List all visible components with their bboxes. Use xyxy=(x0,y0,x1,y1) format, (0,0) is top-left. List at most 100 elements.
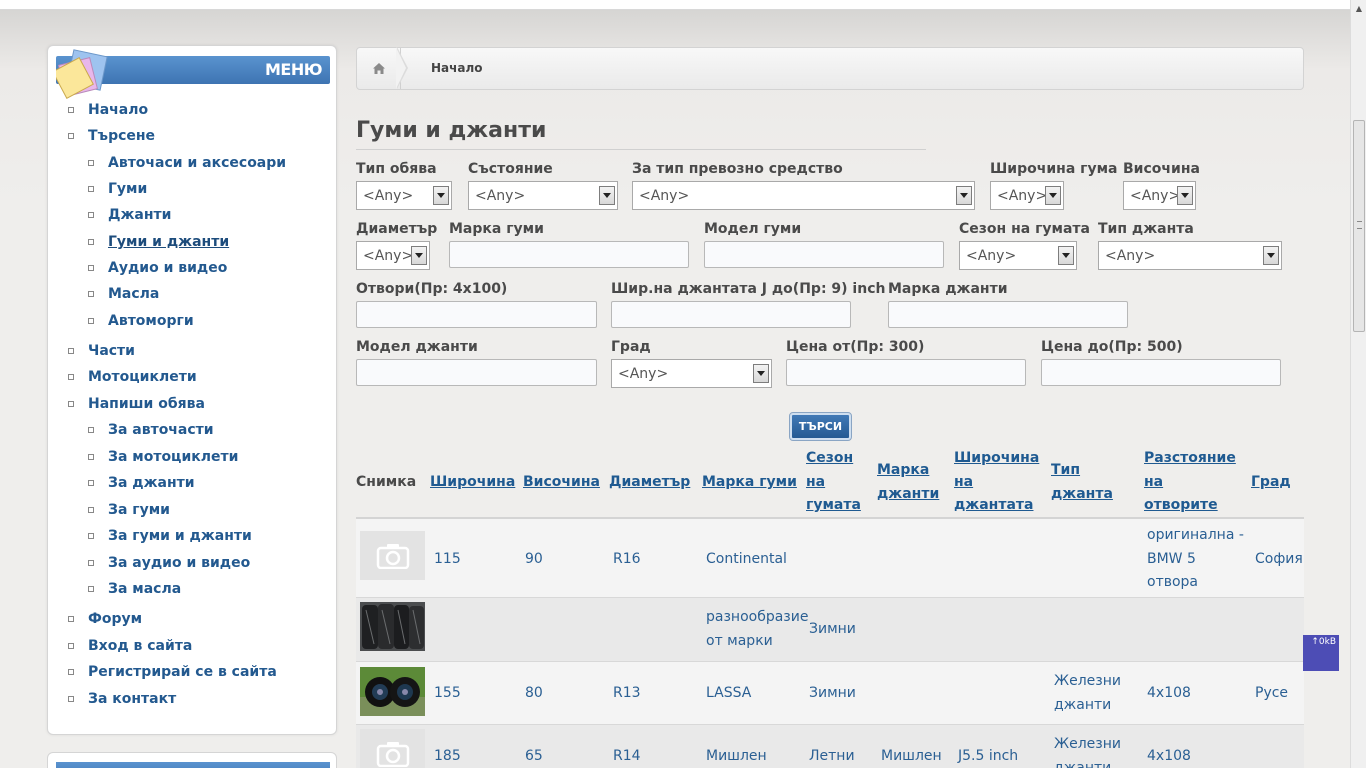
tire-season-select[interactable]: <Any> xyxy=(959,241,1077,270)
sidebar-item[interactable]: За гуми xyxy=(88,502,170,518)
rim-width-input[interactable] xyxy=(611,301,851,328)
sidebar-item[interactable]: За аудио и видео xyxy=(88,555,250,571)
sidebar-item[interactable]: Части xyxy=(68,343,135,359)
diameter-select[interactable]: <Any> xyxy=(356,241,430,270)
sidebar-item[interactable]: Мотоциклети xyxy=(68,369,197,385)
sidebar-item[interactable]: Вход в сайта xyxy=(68,638,192,654)
sidebar-item[interactable]: Търсене xyxy=(68,128,155,144)
sidebar-item[interactable]: Автоморги xyxy=(88,313,194,329)
sidebar-item[interactable]: Джанти xyxy=(88,207,171,223)
cell-tire-brand: Мишлен xyxy=(706,748,767,764)
sidebar-item[interactable]: За масла xyxy=(88,581,181,597)
camera-icon xyxy=(376,543,409,569)
listing-thumbnail[interactable] xyxy=(360,602,425,651)
col-season-header[interactable]: Сезон на гумата xyxy=(806,447,861,518)
search-button[interactable]: ТЪРСИ xyxy=(789,412,852,441)
cell-city: Русе xyxy=(1255,685,1289,701)
scroll-thumb[interactable] xyxy=(1353,120,1365,332)
cell-bolt-line: BMW 5 xyxy=(1147,550,1196,567)
col-rim-brand-header[interactable]: Марка джанти xyxy=(877,459,939,506)
price-from-input[interactable] xyxy=(786,359,1026,386)
cell-season: Летни xyxy=(809,748,855,764)
col-bolt-header[interactable]: Разстояние на отворите xyxy=(1144,447,1236,518)
camera-icon xyxy=(376,741,409,767)
breadcrumb-home-link[interactable] xyxy=(357,48,401,89)
table-row[interactable]: 155 80 R13 LASSA Зимни Железни джанти 4x… xyxy=(356,662,1304,725)
bullet-icon xyxy=(68,348,74,354)
bullet-icon xyxy=(88,480,94,486)
sidebar-item[interactable]: Гуми и джанти xyxy=(88,234,229,250)
tire-model-input[interactable] xyxy=(704,241,944,268)
cell-tire-brand-line: от марки xyxy=(706,632,773,649)
condition-value: <Any> xyxy=(475,188,526,204)
col-height-header[interactable]: Височина xyxy=(523,471,600,495)
vehicle-type-select[interactable]: <Any> xyxy=(632,181,975,210)
chevron-down-icon xyxy=(1045,186,1061,205)
col-city-header[interactable]: Град xyxy=(1251,471,1291,495)
col-tire-brand-header[interactable]: Марка гуми xyxy=(702,471,797,495)
sidebar-item[interactable]: За контакт xyxy=(68,691,176,707)
sidebar-item-label: Аудио и видео xyxy=(108,260,228,276)
table-row[interactable]: разнообразие от марки Зимни xyxy=(356,598,1304,662)
sidebar-item-label: За контакт xyxy=(88,691,177,707)
condition-select[interactable]: <Any> xyxy=(468,181,618,210)
bullet-icon xyxy=(88,533,94,539)
traffic-widget[interactable]: ↑0kB xyxy=(1303,635,1339,671)
col-width-header[interactable]: Широчина xyxy=(430,471,515,495)
col-rim-brand-header-line: Марка xyxy=(877,462,930,478)
tire-width-value: <Any> xyxy=(997,188,1048,204)
tire-width-select[interactable]: <Any> xyxy=(990,181,1064,210)
sidebar-item-label: За авточасти xyxy=(108,422,214,438)
condition-label: Състояние xyxy=(468,161,553,177)
city-select[interactable]: <Any> xyxy=(611,359,772,388)
diameter-label: Диаметър xyxy=(356,221,438,237)
col-photo-header: Снимка xyxy=(356,474,417,490)
diameter-value: <Any> xyxy=(363,248,414,264)
notes-icon xyxy=(56,49,108,99)
sidebar-item-label: За джанти xyxy=(108,475,195,491)
bullet-icon xyxy=(88,160,94,166)
table-row[interactable]: 115 90 R16 Continental оригинална - BMW … xyxy=(356,519,1304,598)
sidebar-item[interactable]: За мотоциклети xyxy=(88,449,238,465)
chevron-down-icon xyxy=(1263,246,1279,265)
bullet-icon xyxy=(68,374,74,380)
sidebar-item-label: За масла xyxy=(108,581,182,597)
sidebar-item[interactable]: Регистрирай се в сайта xyxy=(68,664,277,680)
sidebar-item[interactable]: Напиши обява xyxy=(68,396,205,412)
listing-type-select[interactable]: <Any> xyxy=(356,181,452,210)
sidebar-item-label: За гуми xyxy=(108,502,170,518)
bullet-icon xyxy=(68,401,74,407)
tire-brand-input[interactable] xyxy=(449,241,689,268)
cell-tire-brand: разнообразие от марки xyxy=(706,606,808,653)
city-label: Град xyxy=(611,339,651,355)
listing-thumbnail[interactable] xyxy=(360,729,425,768)
sidebar-item[interactable]: За джанти xyxy=(88,475,195,491)
col-diameter-header[interactable]: Диаметър xyxy=(609,471,690,495)
rim-model-input[interactable] xyxy=(356,359,597,386)
table-row[interactable]: 185 65 R14 Мишлен Летни Мишлен J5.5 inch… xyxy=(356,725,1304,768)
col-rim-width-header[interactable]: Широчина на джантата xyxy=(954,447,1039,518)
page-scrollbar[interactable]: ▲ xyxy=(1350,0,1366,768)
bolt-pattern-input[interactable] xyxy=(356,301,597,328)
rim-brand-input[interactable] xyxy=(888,301,1128,328)
chevron-down-icon xyxy=(1177,186,1193,205)
listing-thumbnail[interactable] xyxy=(360,667,425,716)
sidebar-item[interactable]: Аудио и видео xyxy=(88,260,227,276)
sidebar-item[interactable]: Начало xyxy=(68,102,148,118)
sidebar-item[interactable]: Авточаси и аксесоари xyxy=(88,155,286,171)
cell-city: София xyxy=(1255,551,1303,567)
scroll-up-icon[interactable]: ▲ xyxy=(1351,0,1366,16)
tire-brand-label: Марка гуми xyxy=(449,221,544,237)
listing-thumbnail[interactable] xyxy=(360,531,425,580)
col-rim-type-header[interactable]: Тип джанта xyxy=(1051,459,1113,506)
price-to-input[interactable] xyxy=(1041,359,1281,386)
sidebar-item[interactable]: За авточасти xyxy=(88,422,214,438)
sidebar-item-label: Джанти xyxy=(108,207,172,223)
sidebar-item[interactable]: Гуми xyxy=(88,181,147,197)
sidebar-item[interactable]: За гуми и джанти xyxy=(88,528,252,544)
rim-type-select[interactable]: <Any> xyxy=(1098,241,1282,270)
sidebar-item[interactable]: Масла xyxy=(88,286,159,302)
sidebar-item[interactable]: Форум xyxy=(68,611,142,627)
height-select[interactable]: <Any> xyxy=(1123,181,1196,210)
sidebar-item-label: Напиши обява xyxy=(88,396,205,412)
